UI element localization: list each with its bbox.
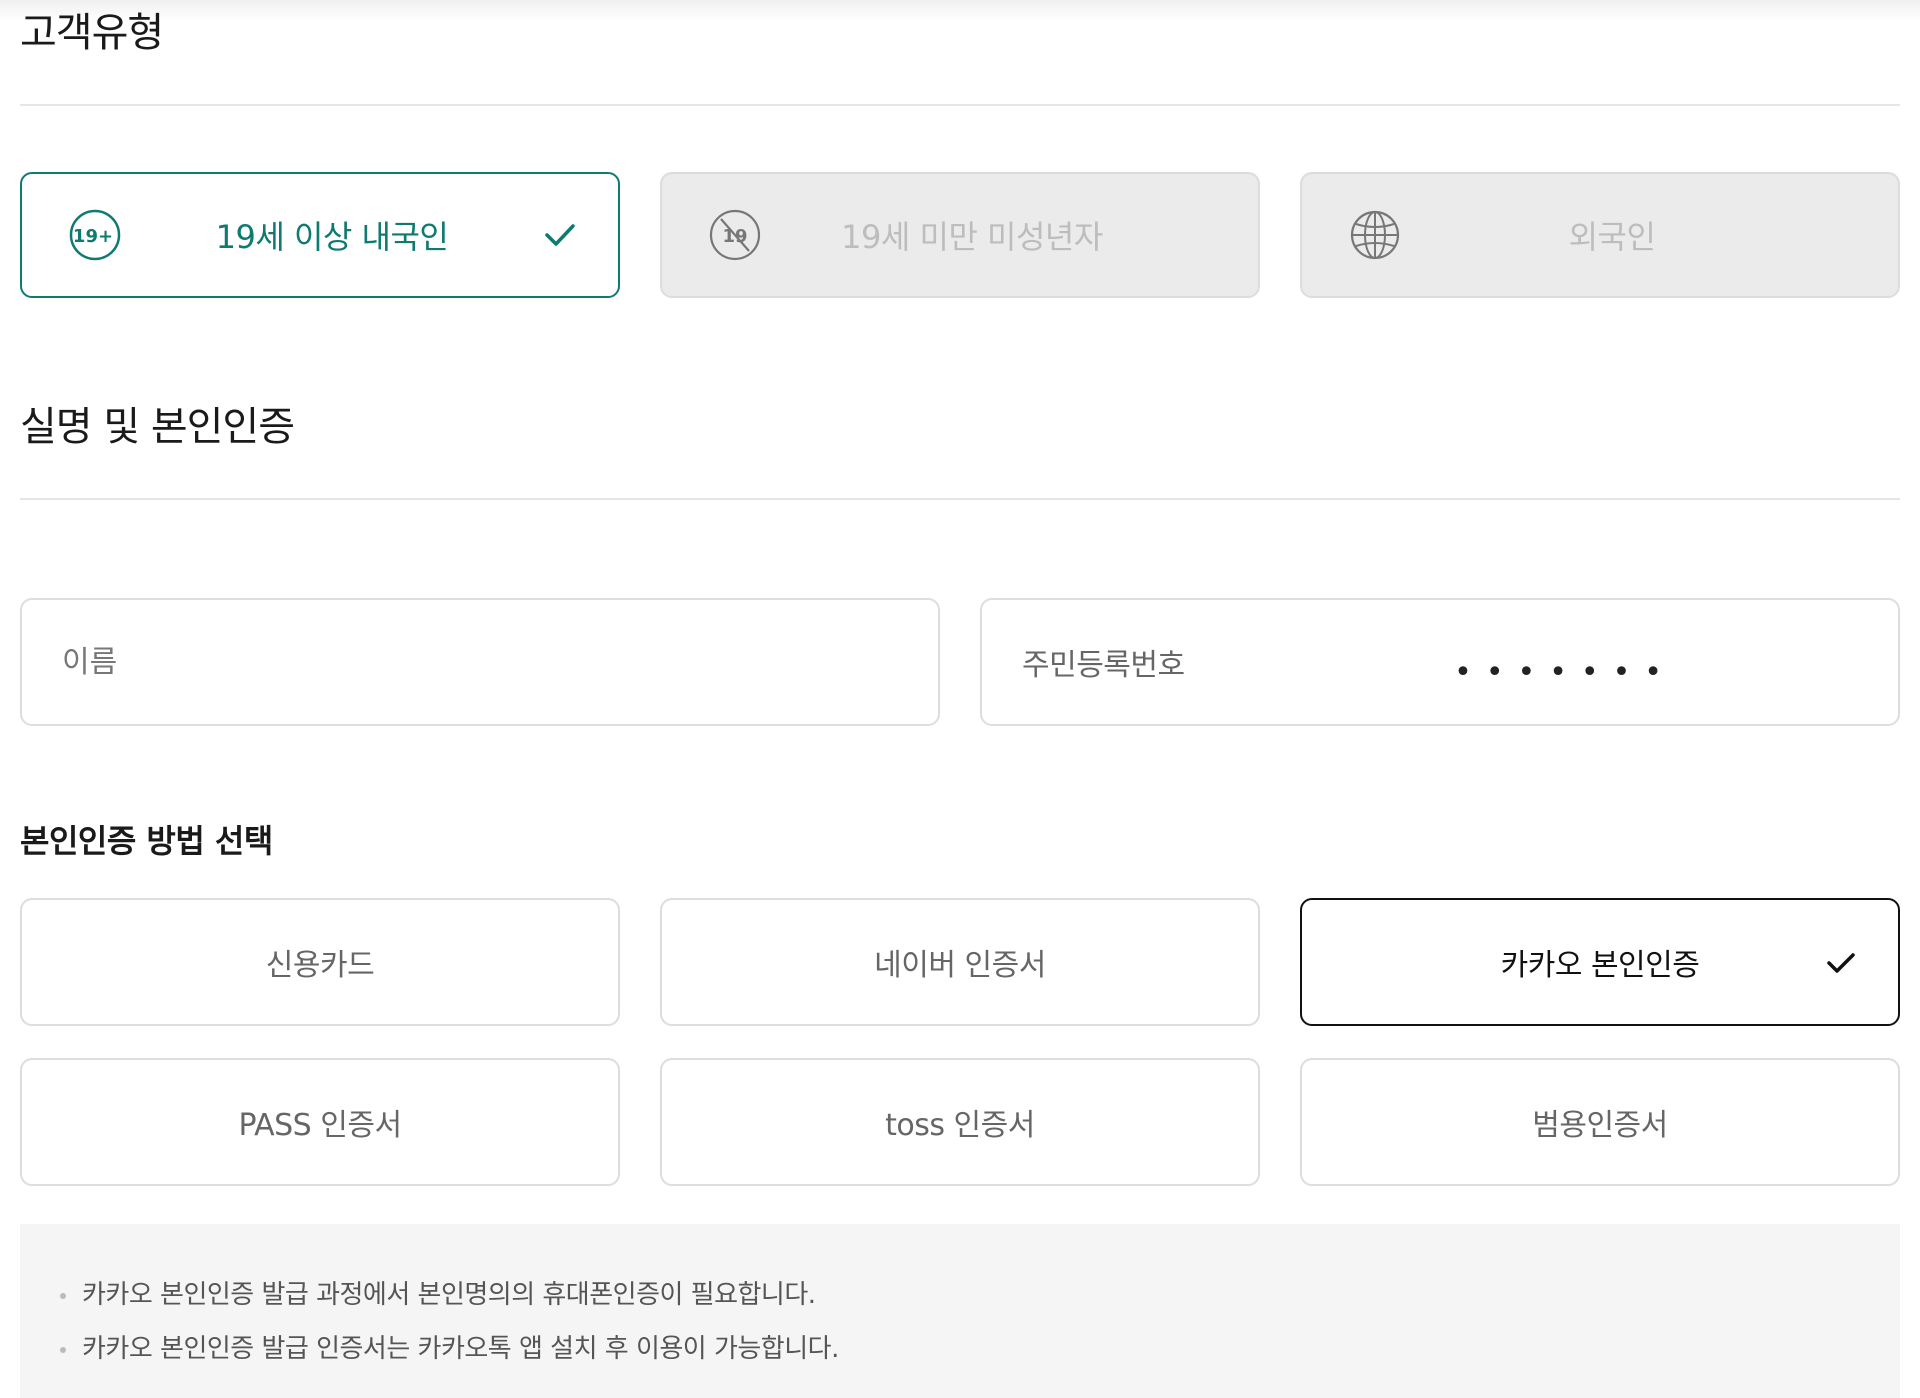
notice-box: 카카오 본인인증 발급 과정에서 본인명의의 휴대폰인증이 필요합니다. 카카오… bbox=[20, 1224, 1900, 1398]
svg-text:19+: 19+ bbox=[73, 226, 113, 247]
verification-title: 실명 및 본인인증 bbox=[20, 404, 295, 450]
method-pass-certificate-button[interactable]: PASS 인증서 bbox=[20, 1058, 620, 1186]
method-credit-card-button[interactable]: 신용카드 bbox=[20, 898, 620, 1026]
verification-divider bbox=[20, 498, 1900, 500]
adult-19-plus-icon: 19+ bbox=[69, 209, 121, 261]
notice-item: 카카오 본인인증 발급 인증서는 카카오톡 앱 설치 후 이용이 가능합니다. bbox=[60, 1322, 1860, 1376]
globe-icon bbox=[1350, 210, 1400, 260]
customer-type-foreigner[interactable]: 외국인 bbox=[1300, 172, 1900, 298]
name-field[interactable] bbox=[20, 598, 940, 726]
method-toss-certificate-button[interactable]: toss 인증서 bbox=[660, 1058, 1260, 1186]
method-label: toss 인증서 bbox=[885, 1108, 1035, 1143]
customer-type-title: 고객유형 bbox=[20, 10, 164, 56]
method-label: 신용카드 bbox=[265, 948, 375, 983]
top-shadow bbox=[0, 0, 1920, 22]
checkmark-icon bbox=[1827, 953, 1855, 973]
resident-number-masked-value[interactable]: ••••••• bbox=[1454, 655, 1676, 690]
customer-type-label: 19세 미만 미성년자 bbox=[841, 218, 1103, 256]
resident-number-label: 주민등록번호 bbox=[1022, 648, 1185, 683]
method-label: PASS 인증서 bbox=[238, 1108, 402, 1143]
customer-type-label: 외국인 bbox=[1568, 218, 1656, 256]
checkmark-icon bbox=[545, 224, 575, 246]
verification-method-title: 본인인증 방법 선택 bbox=[20, 822, 273, 860]
customer-type-adult-domestic[interactable]: 19+ 19세 이상 내국인 bbox=[20, 172, 620, 298]
method-label: 네이버 인증서 bbox=[874, 948, 1046, 983]
resident-number-field[interactable]: 주민등록번호 ••••••• bbox=[980, 598, 1900, 726]
customer-type-divider bbox=[20, 104, 1900, 106]
method-naver-certificate-button[interactable]: 네이버 인증서 bbox=[660, 898, 1260, 1026]
method-label: 카카오 본인인증 bbox=[1500, 948, 1700, 983]
no-under-19-icon: 19 bbox=[709, 209, 761, 261]
name-input[interactable] bbox=[62, 644, 898, 680]
customer-type-label: 19세 이상 내국인 bbox=[215, 218, 449, 256]
method-kakao-verification-button[interactable]: 카카오 본인인증 bbox=[1300, 898, 1900, 1026]
method-public-certificate-button[interactable]: 범용인증서 bbox=[1300, 1058, 1900, 1186]
notice-list: 카카오 본인인증 발급 과정에서 본인명의의 휴대폰인증이 필요합니다. 카카오… bbox=[60, 1268, 1860, 1376]
notice-item: 카카오 본인인증 발급 과정에서 본인명의의 휴대폰인증이 필요합니다. bbox=[60, 1268, 1860, 1322]
method-label: 범용인증서 bbox=[1532, 1108, 1668, 1143]
identity-verification-page: 고객유형 19+ 19세 이상 내국인 19 19세 미만 미성년자 외국인 bbox=[0, 0, 1920, 1398]
customer-type-minor[interactable]: 19 19세 미만 미성년자 bbox=[660, 172, 1260, 298]
